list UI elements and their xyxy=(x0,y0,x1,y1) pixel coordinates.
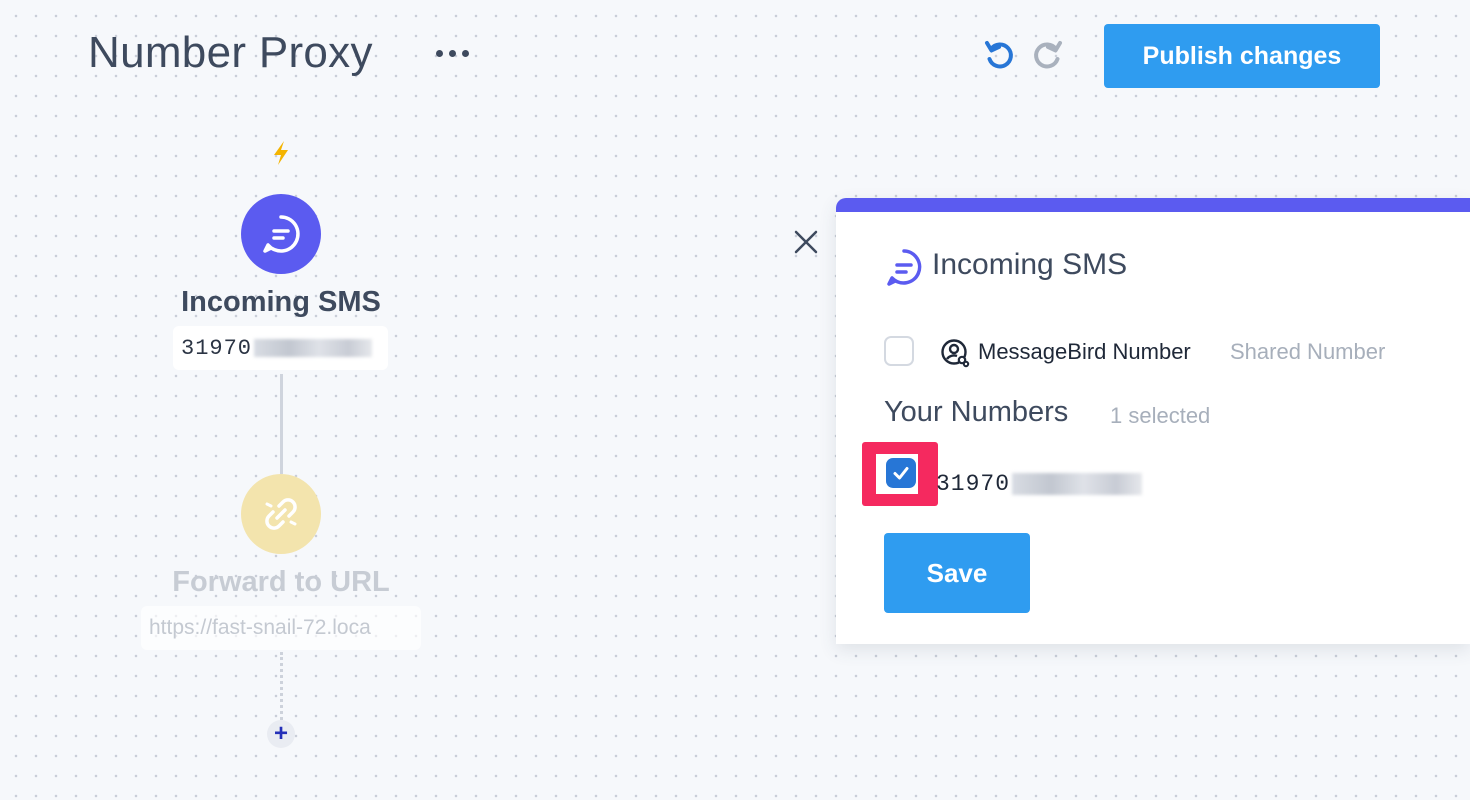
messagebird-number-checkbox[interactable] xyxy=(884,336,914,366)
messagebird-number-label: MessageBird Number xyxy=(978,339,1191,364)
add-step-button[interactable]: + xyxy=(267,720,295,748)
trigger-number-text: 31970 xyxy=(181,335,253,361)
shared-number-tag: Shared Number xyxy=(1230,339,1386,364)
link-icon xyxy=(265,498,297,530)
your-numbers-heading: Your Numbers xyxy=(884,396,1069,428)
user-link-icon xyxy=(941,339,970,368)
redacted-number-blur xyxy=(254,339,373,357)
flow-connector xyxy=(280,374,283,474)
undo-icon xyxy=(985,41,1013,69)
close-icon xyxy=(794,230,818,254)
settings-panel: Incoming SMS MessageBird Number Shared N… xyxy=(836,198,1470,644)
redacted-number-blur xyxy=(1012,473,1143,495)
publish-changes-button[interactable]: Publish changes xyxy=(1104,24,1380,88)
redo-icon xyxy=(1034,41,1062,69)
undo-button[interactable] xyxy=(981,36,1019,74)
step-url: https://fast-snail-72.loca xyxy=(141,606,421,650)
number-item-text: 31970 xyxy=(936,471,1011,497)
number-checkbox[interactable] xyxy=(886,458,916,488)
close-panel-button[interactable] xyxy=(790,226,822,258)
number-item-label: 31970 xyxy=(936,471,1143,497)
save-button[interactable]: Save xyxy=(884,533,1030,613)
trigger-number: 31970 xyxy=(173,326,388,370)
flow-dashed-connector xyxy=(280,652,283,720)
forward-to-url-node[interactable] xyxy=(241,474,321,554)
chat-icon xyxy=(263,215,300,253)
selected-count: 1 selected xyxy=(1110,403,1211,428)
panel-title: Incoming SMS xyxy=(932,248,1128,281)
trigger-title: Incoming SMS xyxy=(181,286,381,318)
page-title: Number Proxy xyxy=(88,28,373,77)
chat-icon xyxy=(887,249,922,286)
more-icon xyxy=(435,49,443,57)
redo-button[interactable] xyxy=(1028,36,1066,74)
check-icon xyxy=(893,467,909,480)
step-title: Forward to URL xyxy=(172,566,390,598)
lightning-bolt-icon xyxy=(274,141,288,165)
more-options-button[interactable] xyxy=(428,38,476,68)
incoming-sms-node[interactable] xyxy=(241,194,321,274)
